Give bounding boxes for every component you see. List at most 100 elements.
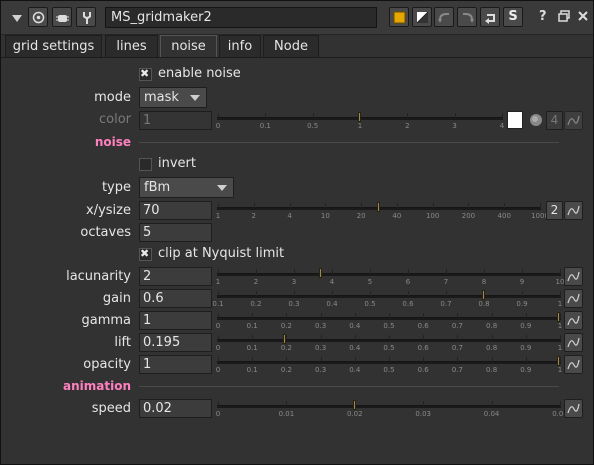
color-label: color [98,112,131,127]
slider-tick-label: 6 [405,278,411,286]
lift-slider[interactable]: 0 0.1 0.2 0.3 0.4 0.5 0.6 0.7 0.8 0.9 1 [216,333,562,353]
slider-handle[interactable] [377,202,380,212]
type-value: fBm [144,180,171,195]
slider-tick-label: 2 [251,212,256,220]
noise-section-title: noise [94,135,131,149]
slider-handle[interactable] [283,334,287,344]
gamma-slider[interactable]: 0 0.1 0.2 0.3 0.4 0.5 0.6 0.7 0.8 0.9 1 [216,311,562,331]
mode-dropdown[interactable]: mask [139,87,207,108]
gain-field[interactable]: 0.6 [139,289,212,308]
slider-tick [446,291,447,296]
script-s-icon[interactable]: S [503,7,523,27]
redo-icon[interactable] [457,7,477,27]
settings-wrench-icon[interactable] [76,7,96,27]
enable-noise-label: enable noise [158,66,241,81]
slider-tick-label: 100 [425,212,440,220]
slider-tick-label: 1 [557,300,563,308]
speed-label: speed [91,401,131,416]
slider-tick-label: 0.04 [483,410,500,418]
split-color-icon[interactable] [412,7,432,27]
slider-tick-label: 2 [405,122,410,130]
slider-tick [252,335,254,340]
slider-tick [396,203,398,208]
slider-tick [325,203,327,208]
revert-icon[interactable] [480,7,500,27]
invert-checkbox[interactable] [139,158,152,171]
panel-titlebar: MS_gridmaker2 S ? [1,1,593,35]
gamma-field[interactable]: 1 [139,311,212,330]
slider-tick [560,291,561,296]
lacunarity-field[interactable]: 2 [139,267,212,286]
float-panel-icon[interactable] [557,9,571,23]
animation-section-divider [139,386,559,387]
slider-tick-label: 0.7 [451,322,463,330]
slider-handle[interactable] [557,356,560,366]
slider-tick [560,313,561,318]
speed-animation-curve-icon[interactable] [564,399,583,418]
color-animation-curve-icon[interactable] [564,111,583,130]
xysize-field[interactable]: 70 [139,201,212,220]
gain-animation-curve-icon[interactable] [564,289,583,308]
slider-handle[interactable] [358,112,361,122]
node-name-field[interactable]: MS_gridmaker2 [105,7,377,28]
octaves-field[interactable]: 5 [139,223,212,242]
clip-nyquist-checkbox[interactable] [139,247,152,261]
slider-tick-label: 0.5 [383,366,395,374]
help-icon[interactable]: ? [539,9,547,24]
slider-tick-label: 0.1 [246,322,258,330]
slider-tick-label: 40 [392,212,402,220]
slider-tick-label: 0.1 [246,366,258,374]
color-field[interactable]: 1 [139,111,212,130]
tab-divider [1,57,593,58]
slider-tick-label: 0.8 [486,366,498,374]
slider-handle[interactable] [557,312,560,322]
tab-noise[interactable]: noise [160,35,217,58]
opacity-animation-curve-icon[interactable] [564,355,583,374]
speed-slider[interactable]: 0 0.01 0.02 0.03 0.04 0.05 [216,399,568,419]
gain-slider[interactable]: 0.1 0.2 0.3 0.4 0.5 0.6 0.7 0.8 0.9 1 [212,289,563,309]
color-channels-button[interactable]: 4 [546,111,563,130]
slider-handle[interactable] [482,290,486,300]
opacity-slider[interactable]: 0 0.1 0.2 0.3 0.4 0.5 0.6 0.7 0.8 0.9 1 [216,355,562,375]
slider-tick-label: 0.02 [347,410,363,418]
slider-tick [454,113,456,118]
lift-label: lift [114,335,131,350]
slider-tick [294,269,295,274]
color-picker-icon[interactable] [527,111,545,129]
tab-info[interactable]: info [219,35,261,57]
xysize-animation-curve-icon[interactable] [564,201,583,220]
slider-tick-label: 3 [291,278,297,286]
tab-lines[interactable]: lines [105,35,158,57]
undo-icon[interactable] [434,7,454,27]
close-icon[interactable] [576,9,590,23]
lift-field[interactable]: 0.195 [139,333,212,352]
enable-noise-checkbox[interactable] [139,67,152,81]
gamma-animation-curve-icon[interactable] [564,311,583,330]
xysize-slider[interactable]: 1 2 4 10 20 40 100 200 400 1000 [216,201,549,221]
color-swatch-button[interactable] [507,111,523,129]
node-bug-icon[interactable] [52,7,72,27]
tab-grid-settings[interactable]: grid settings [5,35,102,57]
slider-tick [253,203,255,208]
slider-tick [256,291,257,296]
type-dropdown[interactable]: fBm [139,177,234,198]
xysize-channels-button[interactable]: 2 [546,201,563,220]
opacity-field[interactable]: 1 [139,355,212,374]
color-slider[interactable]: 0 0.1 0.5 1 2 3 4 [216,111,505,131]
slider-tick-label: 0.3 [315,322,327,330]
slider-tick [289,203,291,208]
slider-tick-label: 0.4 [349,344,361,352]
collapse-triangle-icon[interactable] [6,7,26,27]
lacunarity-slider[interactable]: 1 2 3 4 5 6 7 8 9 10 [216,267,564,287]
slider-tick-label: 1 [357,122,363,130]
viewer-circle-icon[interactable] [28,7,48,27]
slider-tick-label: 4 [499,122,505,130]
lacunarity-animation-curve-icon[interactable] [564,267,583,286]
lift-animation-curve-icon[interactable] [564,333,583,352]
tab-node[interactable]: Node [263,35,319,57]
slider-tick-label: 3 [452,122,457,130]
slider-handle[interactable] [353,400,356,410]
speed-field[interactable]: 0.02 [139,399,212,418]
slider-handle[interactable] [319,268,322,278]
node-color-square-icon[interactable] [389,7,409,27]
